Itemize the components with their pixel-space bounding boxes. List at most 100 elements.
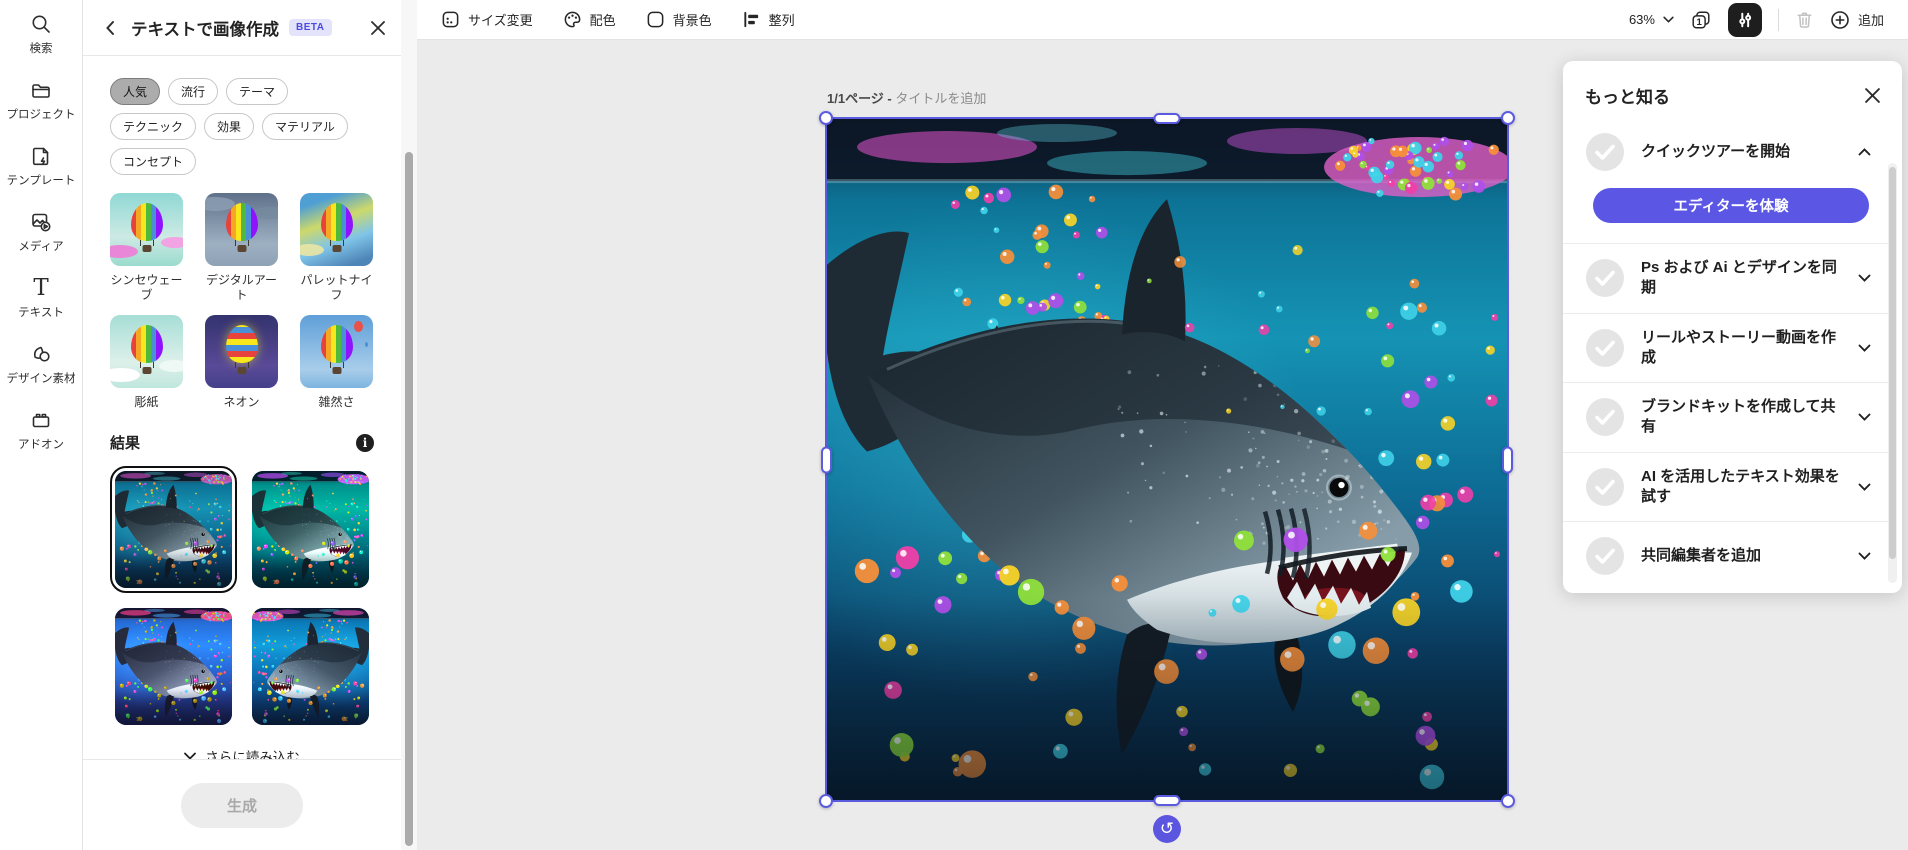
results-header: 結果 i	[110, 432, 374, 453]
try-editor-button[interactable]: エディターを体験	[1593, 188, 1869, 223]
style-preset-paper-cut[interactable]: 彫紙	[110, 315, 183, 410]
shark-image	[252, 471, 369, 588]
sidebar-label: プロジェクト	[6, 109, 76, 121]
page-title-bar[interactable]: 1/1ページ - タイトルを追加	[827, 88, 986, 107]
panel-scrollbar-thumb[interactable]	[405, 152, 413, 846]
color-scheme-button[interactable]: 配色	[563, 10, 616, 29]
result-thumbnail-3[interactable]	[110, 603, 237, 730]
filter-chip-theme[interactable]: テーマ	[226, 78, 289, 105]
check-circle-icon	[1586, 328, 1624, 367]
filter-chip-concept[interactable]: コンセプト	[110, 148, 197, 175]
style-preset-cluttered[interactable]: 雑然さ	[300, 315, 373, 410]
result-thumbnail-4[interactable]	[247, 603, 374, 730]
chevron-down-icon	[1663, 16, 1674, 23]
shark-image	[115, 471, 232, 588]
shark-image	[252, 608, 369, 725]
load-more-button[interactable]: さらに読み込む	[110, 746, 374, 760]
learn-panel-scrollbar[interactable]	[1888, 163, 1897, 583]
balloon-illustration	[320, 325, 353, 364]
filter-chip-material[interactable]: マテリアル	[262, 113, 348, 140]
add-button[interactable]: 追加	[1830, 10, 1884, 30]
resize-handle-bottom-right[interactable]	[1501, 794, 1515, 808]
style-preset-synthwave[interactable]: シンセウェーブ	[110, 193, 183, 303]
adjust-panel-toggle-active[interactable]	[1727, 2, 1762, 37]
back-icon[interactable]	[99, 17, 121, 39]
resize-handle-top[interactable]	[1153, 113, 1181, 124]
close-icon[interactable]	[1865, 88, 1880, 103]
sidebar-item-design-assets[interactable]: デザイン素材	[7, 343, 76, 386]
sidebar-item-templates[interactable]: テンプレート	[7, 145, 75, 188]
learn-more-panel: もっと知る クイックツアーを開始 エディターを体験 Ps および Ai とデザイ…	[1563, 61, 1902, 593]
resize-button[interactable]: サイズ変更	[441, 10, 533, 29]
zoom-control[interactable]: 63%	[1629, 12, 1674, 27]
shark-image	[115, 608, 232, 725]
sidebar-item-projects[interactable]: プロジェクト	[7, 79, 76, 122]
result-thumbnail-1-selected[interactable]	[110, 466, 237, 593]
sidebar-label: 検索	[29, 43, 53, 55]
learn-panel-scrollbar-thumb[interactable]	[1889, 167, 1896, 559]
learn-item-quick-tour: クイックツアーを開始 エディターを体験	[1563, 118, 1892, 223]
brick-icon	[32, 413, 50, 428]
plus-circle-icon	[1831, 10, 1849, 29]
rotate-handle[interactable]: ↺	[1153, 815, 1181, 843]
chevron-down-icon	[1858, 413, 1872, 422]
style-thumbnail	[205, 315, 278, 388]
app-sidebar-rail: 検索 プロジェクト テンプレート メディア T テキスト デザイン素材 アドオン	[0, 0, 83, 850]
search-icon	[32, 15, 50, 33]
resize-handle-top-left[interactable]	[819, 111, 833, 125]
filter-chip-technique[interactable]: テクニック	[110, 113, 197, 140]
sidebar-item-addons[interactable]: アドオン	[18, 409, 64, 452]
style-preset-digital-art[interactable]: デジタルアート	[205, 193, 278, 303]
sliders-icon	[1739, 12, 1752, 27]
text-icon: T	[33, 275, 49, 301]
background-color-icon	[647, 11, 664, 28]
learn-item-header[interactable]: 共同編集者を追加	[1585, 522, 1872, 590]
background-color-button[interactable]: 背景色	[646, 10, 712, 29]
resize-handle-left[interactable]	[821, 446, 832, 473]
sidebar-item-text[interactable]: T テキスト	[18, 277, 64, 320]
chevron-down-icon	[1858, 344, 1872, 352]
panel-scrollbar[interactable]	[401, 0, 417, 850]
balloon-illustration	[130, 203, 163, 242]
learn-item-add-collaborators: 共同編集者を追加	[1563, 521, 1892, 590]
folder-icon	[32, 84, 50, 98]
filter-chip-popular[interactable]: 人気	[110, 78, 161, 105]
learn-panel-header: もっと知る	[1563, 61, 1902, 118]
check-circle-icon	[1586, 467, 1624, 506]
style-preset-neon[interactable]: ネオン	[205, 315, 278, 410]
learn-item-header[interactable]: AI を活用したテキスト効果を試す	[1585, 453, 1872, 522]
style-thumbnail	[300, 193, 373, 266]
info-icon[interactable]: i	[356, 433, 374, 452]
balloon-illustration	[320, 203, 353, 242]
sidebar-item-search[interactable]: 検索	[30, 13, 53, 56]
align-button[interactable]: 整列	[742, 10, 795, 29]
resize-handle-bottom[interactable]	[1153, 795, 1181, 806]
style-filter-chips: 人気 流行 テーマ テクニック 効果 マテリアル コンセプト	[110, 78, 374, 175]
balloon-illustration	[130, 325, 163, 364]
balloon-illustration	[225, 325, 258, 364]
resize-handle-top-right[interactable]	[1501, 111, 1515, 125]
learn-item-header[interactable]: クイックツアーを開始	[1585, 118, 1872, 186]
result-thumbnail-2[interactable]	[247, 466, 374, 593]
sidebar-item-media[interactable]: メディア	[18, 211, 64, 254]
chevron-up-icon	[1858, 148, 1872, 156]
style-preset-palette-knife[interactable]: パレットナイフ	[300, 193, 373, 303]
resize-handle-right[interactable]	[1502, 446, 1513, 473]
panel-body: 人気 流行 テーマ テクニック 効果 マテリアル コンセプト シンセウェーブ デ…	[83, 56, 401, 760]
selected-image-artboard[interactable]: ↺	[819, 111, 1515, 843]
pages-button[interactable]: 1	[1690, 9, 1712, 31]
resize-handle-bottom-left[interactable]	[819, 794, 833, 808]
learn-item-header[interactable]: ブランドキットを作成して共有	[1585, 383, 1872, 452]
delete-button-disabled[interactable]	[1795, 10, 1814, 29]
palette-icon	[564, 11, 581, 28]
generate-button[interactable]: 生成	[180, 782, 303, 828]
panel-title: テキストで画像作成	[131, 20, 280, 39]
filter-chip-trend[interactable]: 流行	[168, 78, 219, 105]
panel-close-icon[interactable]	[371, 20, 385, 35]
learn-item-header[interactable]: Ps および Ai とデザインを同期	[1585, 244, 1872, 313]
filter-chip-effect[interactable]: 効果	[204, 113, 255, 140]
panel-footer: 生成	[83, 759, 401, 850]
page-title-placeholder: タイトルを追加	[895, 91, 987, 106]
learn-item-header[interactable]: リールやストーリー動画を作成	[1585, 314, 1872, 383]
sidebar-label: アドオン	[18, 439, 64, 451]
